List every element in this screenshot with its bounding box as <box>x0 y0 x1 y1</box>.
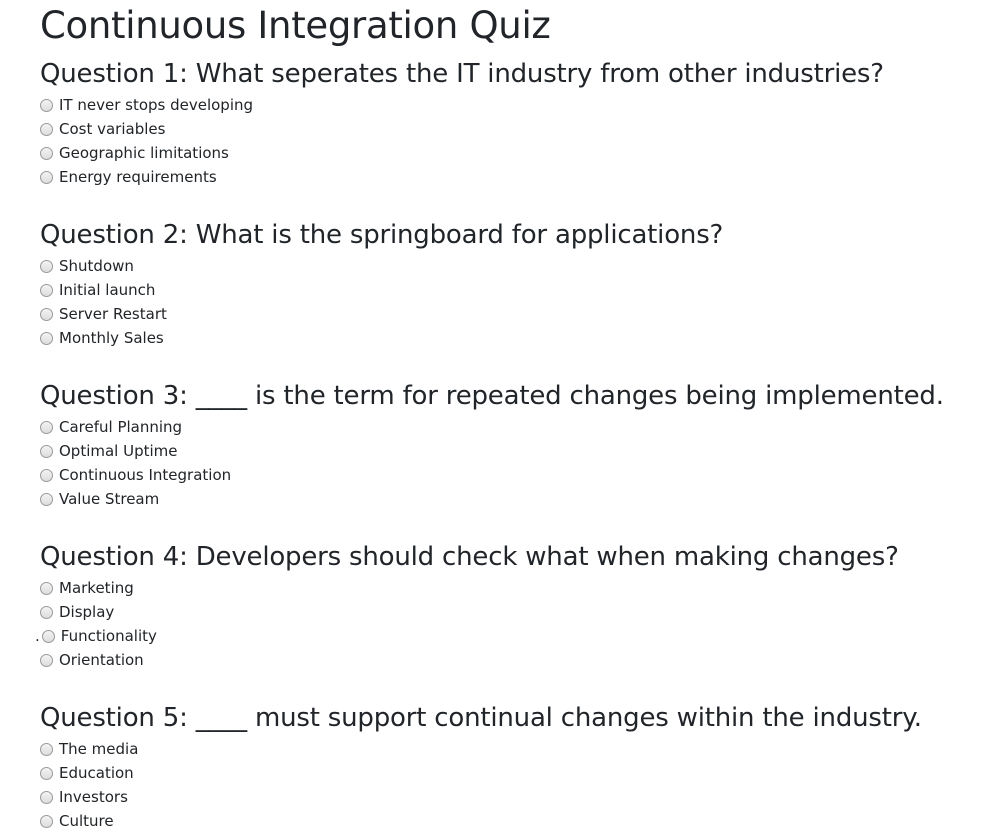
question-5-options: The media Education Investors Culture <box>40 737 1000 833</box>
option-label[interactable]: The media <box>59 740 138 758</box>
option-label[interactable]: Marketing <box>59 579 134 597</box>
radio-button[interactable] <box>40 605 53 619</box>
question-4: Question 4: Developers should check what… <box>35 541 1000 672</box>
option-label[interactable]: Orientation <box>59 651 144 669</box>
question-3-options: Careful Planning Optimal Uptime Continuo… <box>40 415 1000 511</box>
question-1-options: IT never stops developing Cost variables… <box>40 93 1000 189</box>
question-1-title: Question 1: What seperates the IT indust… <box>40 59 884 89</box>
question-4-options: Marketing Display . Functionality Orient… <box>35 576 1000 672</box>
radio-button[interactable] <box>41 629 55 643</box>
page-title: Continuous Integration Quiz <box>40 4 551 47</box>
radio-button[interactable] <box>40 259 53 273</box>
question-3-option-3[interactable]: Continuous Integration <box>40 463 1000 487</box>
question-5-option-1[interactable]: The media <box>40 737 1000 761</box>
question-5-option-4[interactable]: Culture <box>40 809 1000 833</box>
option-label[interactable]: Shutdown <box>59 257 134 275</box>
question-3-option-1[interactable]: Careful Planning <box>40 415 1000 439</box>
option-label[interactable]: Geographic limitations <box>59 144 229 162</box>
option-label[interactable]: Cost variables <box>59 120 165 138</box>
question-3: Question 3: ____ is the term for repeate… <box>40 380 1000 511</box>
option-label[interactable]: Investors <box>59 788 128 806</box>
option-label[interactable]: Server Restart <box>59 305 167 323</box>
radio-button[interactable] <box>40 581 53 595</box>
question-4-option-1[interactable]: Marketing <box>40 576 1000 600</box>
question-1-option-3[interactable]: Geographic limitations <box>40 141 1000 165</box>
option-label[interactable]: IT never stops developing <box>59 96 253 114</box>
radio-button[interactable] <box>40 468 53 482</box>
question-4-option-2[interactable]: Display <box>40 600 1000 624</box>
radio-button[interactable] <box>40 814 53 828</box>
radio-button[interactable] <box>40 331 53 345</box>
question-4-option-4[interactable]: Orientation <box>40 648 1000 672</box>
radio-button[interactable] <box>40 122 53 136</box>
radio-button[interactable] <box>40 170 53 184</box>
question-2-option-1[interactable]: Shutdown <box>40 254 1000 278</box>
question-2-options: Shutdown Initial launch Server Restart M… <box>40 254 1000 350</box>
option-label[interactable]: Education <box>59 764 134 782</box>
question-2-title: Question 2: What is the springboard for … <box>40 220 724 250</box>
option-label[interactable]: Monthly Sales <box>59 329 164 347</box>
option-label[interactable]: Continuous Integration <box>59 466 231 484</box>
question-5-option-3[interactable]: Investors <box>40 785 1000 809</box>
question-5: Question 5: ____ must support continual … <box>40 702 1000 833</box>
question-4-title: Question 4: Developers should check what… <box>40 542 899 572</box>
radio-button[interactable] <box>40 742 53 756</box>
radio-button[interactable] <box>40 653 53 667</box>
radio-button[interactable] <box>40 146 53 160</box>
question-4-option-3[interactable]: . Functionality <box>35 624 1000 648</box>
question-1-option-1[interactable]: IT never stops developing <box>40 93 1000 117</box>
option-label[interactable]: Value Stream <box>59 490 159 508</box>
question-2: Question 2: What is the springboard for … <box>40 219 1000 350</box>
radio-button[interactable] <box>40 790 53 804</box>
option-label[interactable]: Energy requirements <box>59 168 217 186</box>
question-2-option-3[interactable]: Server Restart <box>40 302 1000 326</box>
radio-button[interactable] <box>40 766 53 780</box>
question-2-option-4[interactable]: Monthly Sales <box>40 326 1000 350</box>
question-1: Question 1: What seperates the IT indust… <box>40 58 1000 189</box>
question-5-option-2[interactable]: Education <box>40 761 1000 785</box>
option-label[interactable]: Optimal Uptime <box>59 442 178 460</box>
question-5-title: Question 5: ____ must support continual … <box>40 703 922 733</box>
radio-button[interactable] <box>40 444 53 458</box>
question-3-option-4[interactable]: Value Stream <box>40 487 1000 511</box>
option-label[interactable]: Culture <box>59 812 114 830</box>
radio-button[interactable] <box>40 420 53 434</box>
option-label[interactable]: Initial launch <box>59 281 155 299</box>
question-1-option-2[interactable]: Cost variables <box>40 117 1000 141</box>
option-label[interactable]: Display <box>59 603 114 621</box>
radio-button[interactable] <box>40 98 53 112</box>
question-3-option-2[interactable]: Optimal Uptime <box>40 439 1000 463</box>
question-1-option-4[interactable]: Energy requirements <box>40 165 1000 189</box>
option-label[interactable]: Careful Planning <box>59 418 182 436</box>
radio-button[interactable] <box>40 492 53 506</box>
radio-button[interactable] <box>40 307 53 321</box>
question-3-title: Question 3: ____ is the term for repeate… <box>40 381 944 411</box>
stray-dot: . <box>35 627 40 645</box>
radio-button[interactable] <box>40 283 53 297</box>
question-2-option-2[interactable]: Initial launch <box>40 278 1000 302</box>
option-label[interactable]: Functionality <box>61 627 157 645</box>
